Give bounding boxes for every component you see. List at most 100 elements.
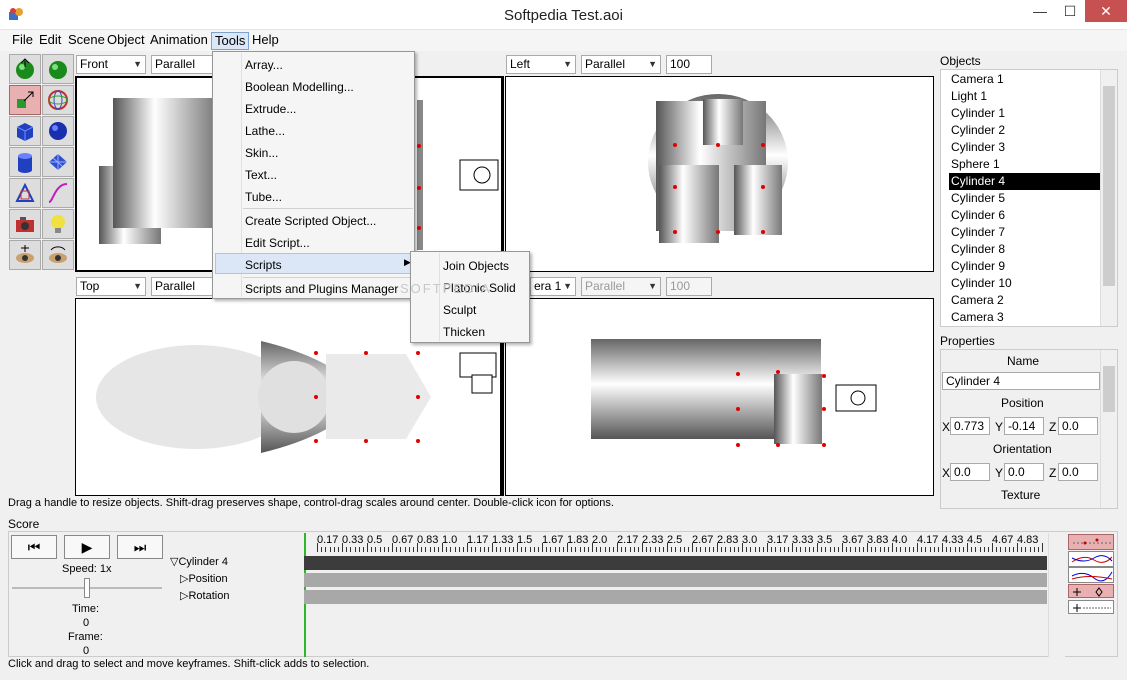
camera-scale-input[interactable]: 100	[666, 277, 712, 296]
move-tool[interactable]	[9, 54, 41, 84]
menu-object[interactable]: Object	[104, 32, 148, 50]
menu-file[interactable]: File	[9, 32, 36, 50]
object-item[interactable]: Light 1	[949, 88, 1103, 105]
track-position[interactable]: ▷Position	[180, 572, 228, 585]
name-field[interactable]: Cylinder 4	[942, 372, 1100, 390]
track-bar-rotation[interactable]	[304, 590, 1047, 604]
menu-edit-script[interactable]: Edit Script...	[245, 236, 310, 250]
end-button[interactable]: ⏭	[117, 535, 163, 559]
front-projection-select[interactable]: Parallel	[151, 55, 213, 74]
menu-scripts[interactable]: Scripts ▶	[215, 253, 412, 274]
timeline-tick	[704, 547, 706, 552]
speed-slider-thumb[interactable]	[84, 578, 90, 598]
menu-skin[interactable]: Skin...	[245, 146, 278, 160]
menu-scripts-plugins-manager[interactable]: Scripts and Plugins Manager	[245, 282, 398, 296]
object-item[interactable]: Cylinder 9	[949, 258, 1103, 275]
objects-scrollbar[interactable]	[1100, 70, 1117, 326]
spline-tool[interactable]	[9, 178, 41, 208]
object-item[interactable]: Cylinder 10	[949, 275, 1103, 292]
menu-join-objects[interactable]: Join Objects	[443, 259, 509, 273]
menu-boolean-modelling[interactable]: Boolean Modelling...	[245, 80, 354, 94]
menu-tube[interactable]: Tube...	[245, 190, 282, 204]
camera-view-select[interactable]: era 1 ▼	[530, 277, 576, 296]
minimize-button[interactable]: —	[1025, 0, 1055, 22]
compound-tool[interactable]	[42, 85, 74, 115]
top-view-select[interactable]: Top ▼	[76, 277, 146, 296]
track-bar-position[interactable]	[304, 573, 1047, 587]
object-item[interactable]: Camera 1	[949, 71, 1103, 88]
properties-panel: Name Cylinder 4 Position X 0.773 Y -0.14…	[940, 349, 1118, 509]
position-x-field[interactable]: 0.773	[950, 417, 990, 435]
timeline-tick	[900, 547, 902, 552]
object-item[interactable]: Cylinder 1	[949, 105, 1103, 122]
polymesh-tool[interactable]	[42, 147, 74, 177]
view-mode-graph2-button[interactable]	[1068, 567, 1114, 583]
menu-text[interactable]: Text...	[245, 168, 277, 182]
object-item[interactable]: Cylinder 3	[949, 139, 1103, 156]
menu-edit[interactable]: Edit	[36, 32, 64, 50]
menu-scene[interactable]: Scene	[65, 32, 108, 50]
object-item[interactable]: Cylinder 6	[949, 207, 1103, 224]
scale-tool[interactable]	[9, 85, 41, 115]
rotate-tool[interactable]	[42, 54, 74, 84]
left-projection-select[interactable]: Parallel ▼	[581, 55, 661, 74]
timeline-ruler[interactable]: 0.17 0.33 0.5 0.67 0.83 1.0 1.17 1.33 1.5 1.67 1.8…	[304, 533, 1047, 553]
position-y-field[interactable]: -0.14	[1004, 417, 1044, 435]
front-view-select[interactable]: Front ▼	[76, 55, 146, 74]
object-item[interactable]: Camera 2	[949, 292, 1103, 309]
close-button[interactable]: ✕	[1085, 0, 1127, 22]
properties-scrollbar[interactable]	[1100, 350, 1117, 508]
menu-tools[interactable]: Tools	[211, 32, 250, 50]
camera-tool[interactable]	[9, 209, 41, 239]
top-projection-select[interactable]: Parallel	[151, 277, 213, 296]
menu-animation[interactable]: Animation	[147, 32, 211, 50]
menu-create-scripted-object[interactable]: Create Scripted Object...	[245, 214, 376, 228]
curve-tool[interactable]	[42, 178, 74, 208]
object-item[interactable]: Cylinder 8	[949, 241, 1103, 258]
menu-extrude[interactable]: Extrude...	[245, 102, 296, 116]
score-scrollbar[interactable]	[1048, 533, 1065, 657]
object-item[interactable]: Sphere 1	[949, 156, 1103, 173]
object-item[interactable]: Camera 3	[949, 309, 1103, 326]
orientation-x-field[interactable]: 0.0	[950, 463, 990, 481]
menu-lathe[interactable]: Lathe...	[245, 124, 285, 138]
objects-list[interactable]: Camera 1 Light 1 Cylinder 1 Cylinder 2 C…	[940, 69, 1118, 327]
track-bar-object[interactable]	[304, 556, 1047, 570]
orientation-z-field[interactable]: 0.0	[1058, 463, 1098, 481]
left-viewport[interactable]	[505, 76, 934, 272]
view-mode-graph-button[interactable]	[1068, 551, 1114, 567]
object-item[interactable]: Cylinder 2	[949, 122, 1103, 139]
timeline-tick	[996, 547, 998, 552]
timeline-tick	[508, 547, 510, 552]
scale-keys-button[interactable]	[1068, 600, 1114, 614]
left-view-select[interactable]: Left ▼	[506, 55, 576, 74]
menu-array[interactable]: Array...	[245, 58, 283, 72]
object-item[interactable]: Cylinder 7	[949, 224, 1103, 241]
camera-viewport[interactable]	[505, 298, 934, 496]
rotate-view-tool[interactable]	[42, 240, 74, 270]
menu-help[interactable]: Help	[249, 32, 282, 50]
left-scale-input[interactable]: 100	[666, 55, 712, 74]
timeline-tick	[883, 547, 885, 552]
track-rotation[interactable]: ▷Rotation	[180, 589, 229, 602]
move-keys-button[interactable]	[1068, 584, 1114, 598]
view-mode-keys-button[interactable]	[1068, 534, 1114, 550]
play-button[interactable]: ▶	[64, 535, 110, 559]
cylinder-tool[interactable]	[9, 147, 41, 177]
timeline-tick	[1004, 547, 1006, 552]
move-view-tool[interactable]	[9, 240, 41, 270]
object-item[interactable]: Cylinder 5	[949, 190, 1103, 207]
camera-projection-select[interactable]: Parallel ▼	[581, 277, 661, 296]
position-z-field[interactable]: 0.0	[1058, 417, 1098, 435]
maximize-button[interactable]: ☐	[1055, 0, 1085, 22]
object-item-selected[interactable]: Cylinder 4	[949, 173, 1103, 190]
orientation-y-field[interactable]: 0.0	[1004, 463, 1044, 481]
sphere-tool[interactable]	[42, 116, 74, 146]
menu-sculpt[interactable]: Sculpt	[443, 303, 476, 317]
light-tool[interactable]	[42, 209, 74, 239]
rewind-button[interactable]: ⏮	[11, 535, 57, 559]
timeline-tick	[450, 547, 452, 552]
menu-thicken[interactable]: Thicken	[443, 325, 485, 339]
track-object[interactable]: ▽Cylinder 4	[170, 555, 228, 568]
cube-tool[interactable]	[9, 116, 41, 146]
